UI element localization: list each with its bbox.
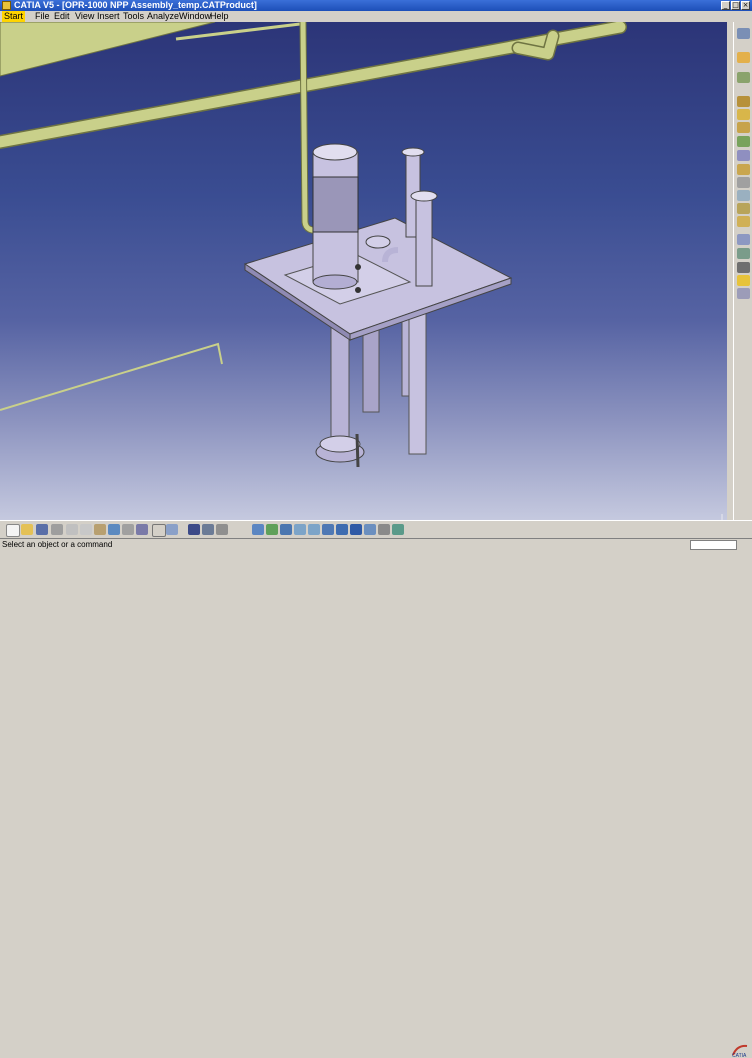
normal-view-icon[interactable]	[322, 524, 334, 535]
hide-show-icon[interactable]	[364, 524, 376, 535]
part-icon[interactable]	[737, 109, 750, 120]
status-message: Select an object or a command	[2, 540, 113, 549]
column-4[interactable]	[408, 303, 427, 455]
bill-of-material-icon[interactable]	[737, 216, 750, 227]
manage-representations-icon[interactable]	[737, 190, 750, 201]
maximize-icon[interactable]: □	[731, 1, 740, 10]
axis-system-icon[interactable]	[737, 28, 750, 39]
assembly-scene	[0, 22, 627, 468]
paste-icon[interactable]	[94, 524, 106, 535]
constraint-icon[interactable]	[737, 248, 750, 259]
cut-icon[interactable]	[66, 524, 78, 535]
window-title: CATIA V5 - [OPR-1000 NPP Assembly_temp.C…	[14, 0, 257, 10]
selective-load-icon[interactable]	[737, 177, 750, 188]
structure-plate[interactable]	[0, 22, 216, 77]
3d-viewport[interactable]	[0, 22, 727, 520]
standpipe-2[interactable]	[415, 195, 433, 287]
render-style-icon[interactable]	[350, 524, 362, 535]
catalog-browser-icon[interactable]	[166, 524, 178, 535]
status-bar: Select an object or a command	[0, 538, 752, 550]
pump-assembly[interactable]	[243, 143, 513, 468]
rail-line[interactable]	[0, 342, 223, 411]
menu-insert[interactable]: Insert	[97, 11, 120, 22]
fix-icon[interactable]	[737, 262, 750, 273]
catia-logo-icon: CATIA	[732, 1044, 748, 1058]
window-controls: _ □ ×	[721, 1, 750, 10]
snap-icon[interactable]	[392, 524, 404, 535]
product-icon[interactable]	[737, 72, 750, 83]
existing-component-icon[interactable]	[737, 122, 750, 133]
menu-help[interactable]: Help	[210, 11, 229, 22]
graph-tree-icon[interactable]	[737, 150, 750, 161]
menu-analyze[interactable]: Analyze	[147, 11, 179, 22]
close-icon[interactable]: ×	[741, 1, 750, 10]
new-icon[interactable]	[6, 524, 20, 537]
fit-all-icon[interactable]	[252, 524, 264, 535]
bottom-toolbar: CATIA	[0, 520, 752, 1058]
fast-multi-instantiation-icon[interactable]	[737, 203, 750, 214]
spec-tree-icon[interactable]	[188, 524, 200, 535]
component-icon[interactable]	[737, 96, 750, 107]
pan-icon[interactable]	[266, 524, 278, 535]
minimize-icon[interactable]: _	[721, 1, 730, 10]
menu-edit[interactable]: Edit	[54, 11, 70, 22]
analysis-icon[interactable]	[202, 524, 214, 535]
window-title-bar: CATIA V5 - [OPR-1000 NPP Assembly_temp.C…	[0, 0, 752, 11]
zoom-out-icon[interactable]	[308, 524, 320, 535]
menu-window[interactable]: Window	[179, 11, 211, 22]
formula-icon[interactable]	[152, 524, 166, 537]
print-icon[interactable]	[51, 524, 63, 535]
menu-file[interactable]: File	[35, 11, 50, 22]
catalog-icon[interactable]	[737, 288, 750, 299]
generate-numbering-icon[interactable]	[737, 164, 750, 175]
swap-space-icon[interactable]	[378, 524, 390, 535]
view-mode-icon[interactable]	[336, 524, 348, 535]
bulb-icon[interactable]	[737, 275, 750, 286]
zoom-in-icon[interactable]	[294, 524, 306, 535]
measure-icon[interactable]	[216, 524, 228, 535]
menu-view[interactable]: View	[75, 11, 94, 22]
svg-text:CATIA: CATIA	[732, 1053, 747, 1058]
catia-app-icon[interactable]	[2, 1, 11, 10]
publication-icon[interactable]	[737, 234, 750, 245]
redo-icon[interactable]	[122, 524, 134, 535]
save-icon[interactable]	[36, 524, 48, 535]
menu-bar: Start File Edit View Insert Tools Analyz…	[0, 11, 752, 22]
copy-icon[interactable]	[80, 524, 92, 535]
rotate-icon[interactable]	[280, 524, 292, 535]
axis-compass-icon[interactable]	[712, 512, 727, 520]
replace-icon[interactable]	[737, 136, 750, 147]
menu-tools[interactable]: Tools	[123, 11, 144, 22]
undo-icon[interactable]	[108, 524, 120, 535]
sketch-icon[interactable]	[737, 52, 750, 63]
menu-start[interactable]: Start	[2, 11, 26, 22]
whats-this-icon[interactable]	[136, 524, 148, 535]
right-toolbar	[733, 22, 752, 520]
open-icon[interactable]	[21, 524, 33, 535]
